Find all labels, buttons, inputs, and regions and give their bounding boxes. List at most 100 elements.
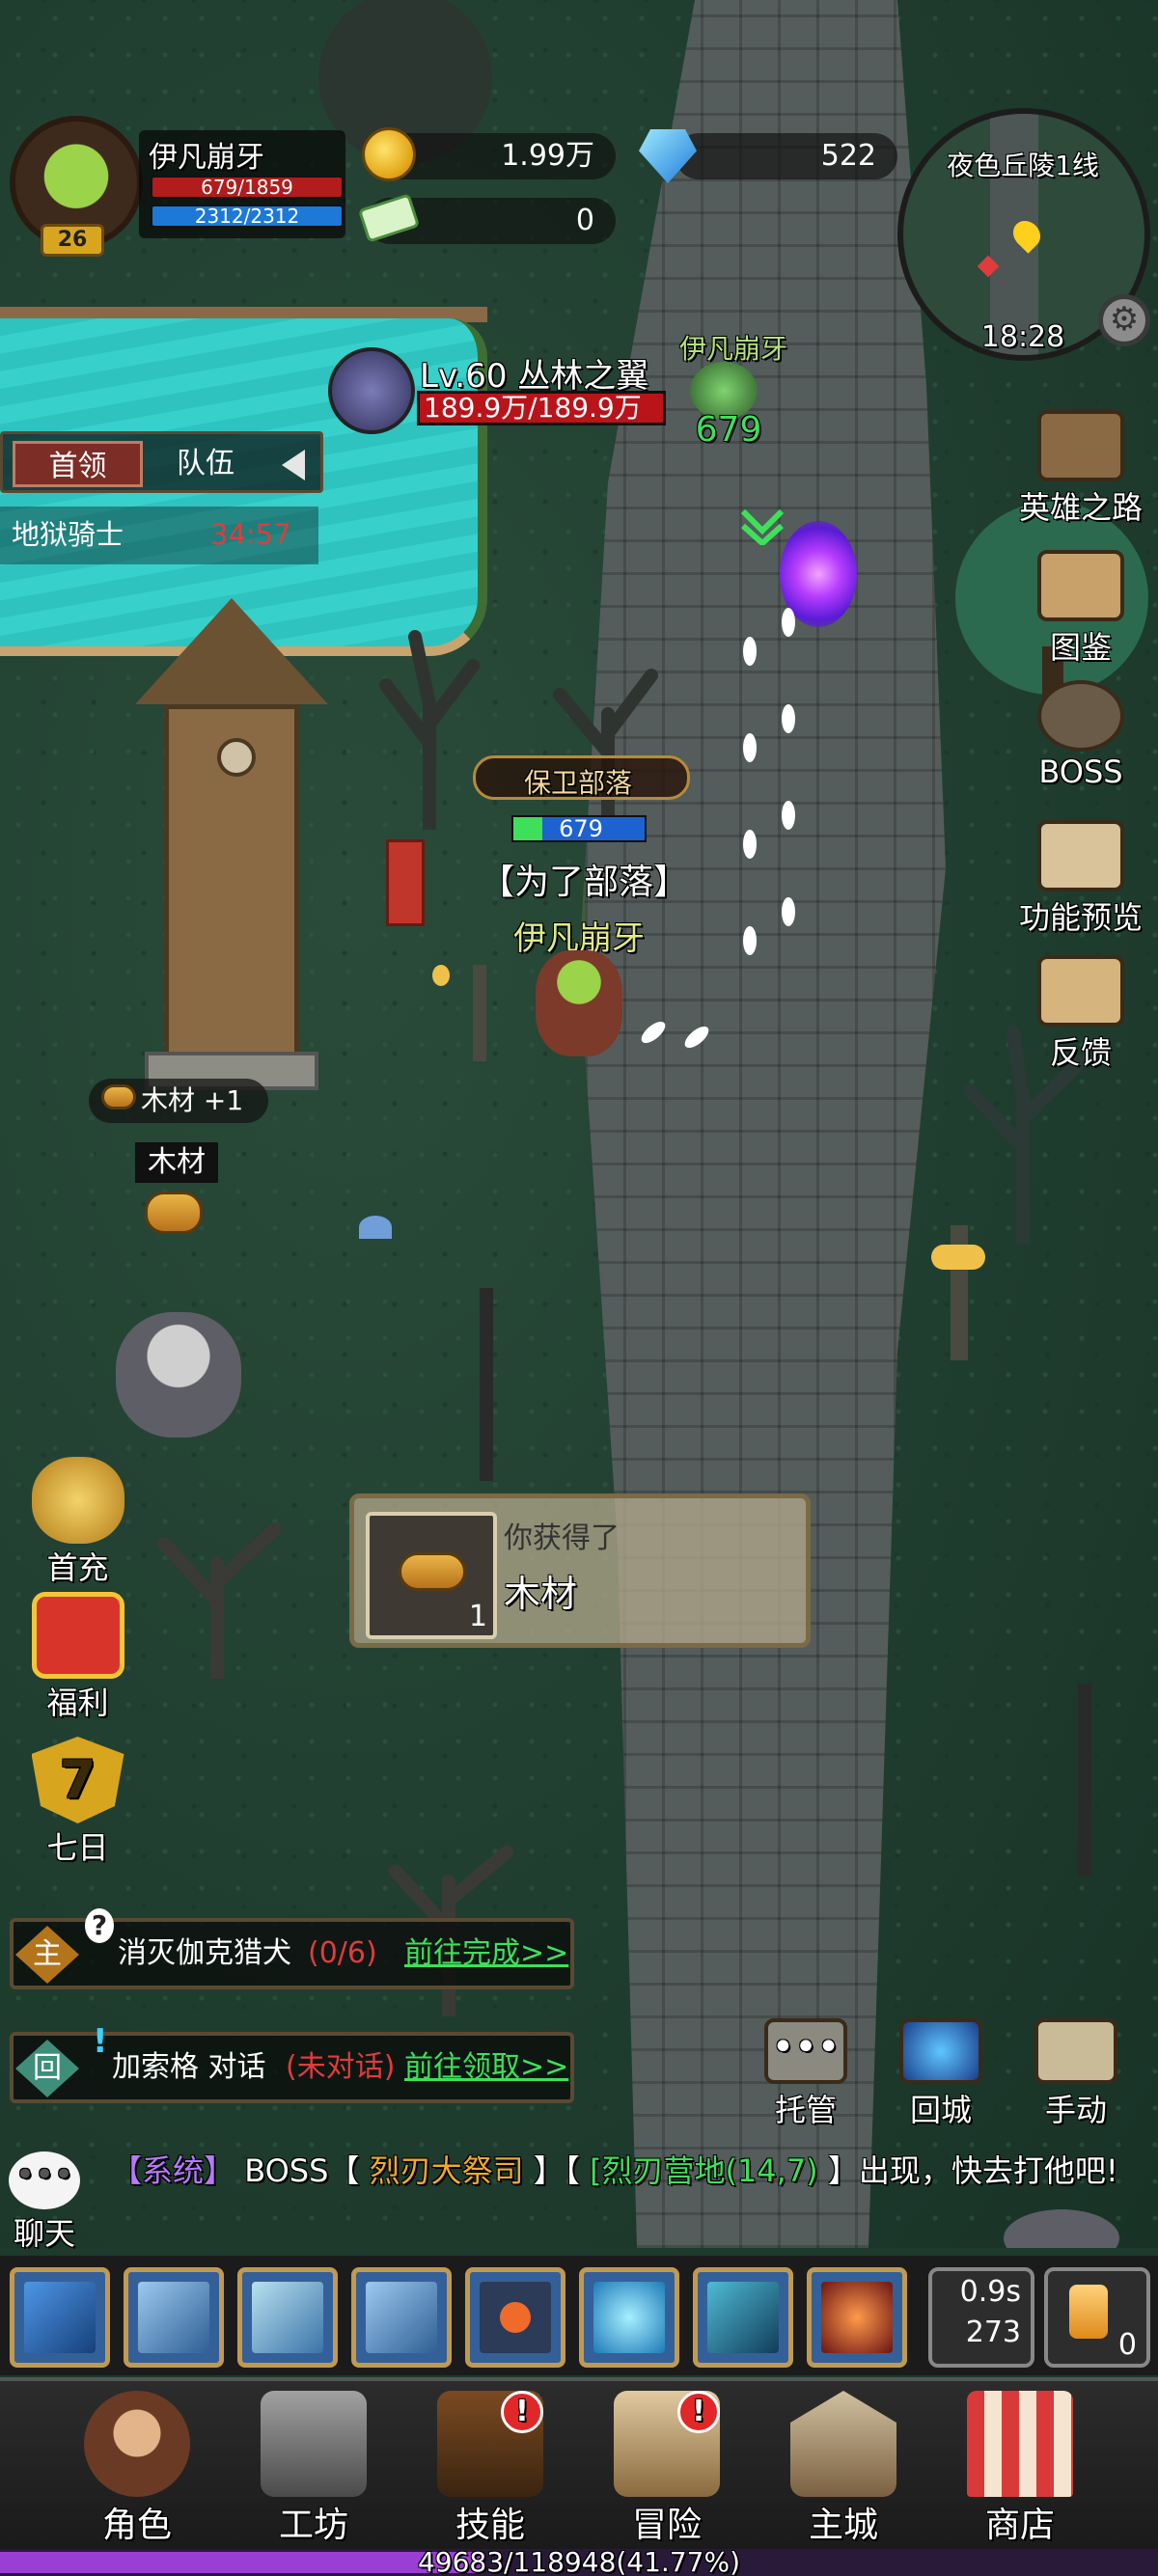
footprint-icon — [743, 830, 757, 859]
boss-avatar[interactable] — [328, 347, 415, 434]
hell-knight-timer: 34:57 — [210, 518, 291, 551]
minimap-time: 18:28 — [980, 320, 1065, 354]
auto-play-button[interactable]: ••• 托管 — [733, 2018, 878, 2130]
help-question-icon[interactable]: ? — [85, 1908, 114, 1943]
skill-slot-lightning[interactable] — [693, 2267, 793, 2368]
ally-name: 伊凡崩牙 — [678, 333, 787, 365]
feedback-label: 反馈 — [1049, 1034, 1112, 1071]
skills-alert-icon: ! — [501, 2391, 543, 2433]
money-bag-icon — [31, 1457, 124, 1544]
chat-location[interactable]: [烈刃营地(14,7) — [590, 2152, 818, 2189]
return-city-button[interactable]: 回城 — [868, 2018, 1013, 2130]
nav-workshop-label: 工坊 — [278, 2506, 348, 2545]
boss-hp-bar: 189.9万/189.9万 — [417, 391, 666, 425]
preview-scroll-icon — [1037, 820, 1124, 891]
pierce-icon — [138, 2282, 209, 2353]
beast-jaws-icon — [821, 2282, 893, 2353]
nav-skills[interactable]: ! 技能 — [418, 2391, 563, 2547]
chat-button[interactable]: ••• 聊天 — [6, 2151, 83, 2252]
boss-button[interactable]: BOSS — [1008, 680, 1153, 790]
skill-slot-target[interactable] — [465, 2267, 565, 2368]
seven-day-button[interactable]: 7 七日 — [17, 1737, 138, 1868]
cooldown-count: 273 — [965, 2316, 1021, 2349]
portal-gate-icon — [899, 2018, 982, 2084]
alert-exclamation-icon: ! — [93, 2022, 108, 2061]
wood-drop-icon[interactable] — [145, 1192, 203, 1234]
chat-boss-name: 烈刃大祭司 — [369, 2152, 524, 2189]
player-world-hp-bar: 679 — [511, 815, 647, 842]
footprint-icon — [782, 801, 795, 830]
nav-workshop[interactable]: 工坊 — [241, 2391, 386, 2547]
hero-road-button[interactable]: 英雄之路 — [1008, 410, 1153, 528]
potion-slot[interactable]: 0 — [1044, 2267, 1150, 2368]
nav-skills-label: 技能 — [455, 2506, 525, 2545]
skill-book-icon: ! — [437, 2391, 543, 2497]
tab-boss[interactable]: 首领 — [13, 441, 143, 487]
shield-seven-icon: 7 — [31, 1737, 124, 1823]
manual-label: 手动 — [1044, 2092, 1107, 2128]
player-sprite[interactable] — [536, 950, 622, 1056]
auto-play-label: 托管 — [774, 2092, 837, 2128]
welfare-button[interactable]: 福利 — [17, 1592, 138, 1723]
reward-title: 你获得了 — [504, 1521, 620, 1555]
tab-bar: 首领 队伍 — [0, 431, 323, 493]
character-icon — [84, 2391, 190, 2497]
chat-message[interactable]: 【系统】 BOSS【 烈刃大祭司 】【 [烈刃营地(14,7) 】出现，快去打他… — [111, 2150, 1134, 2192]
skill-slot-beast[interactable] — [807, 2267, 907, 2368]
skill-slot-vortex[interactable] — [579, 2267, 679, 2368]
quest-return-action[interactable]: 前往领取>> — [404, 2036, 568, 2099]
nav-adventure[interactable]: ! 冒险 — [594, 2391, 739, 2547]
chat-channel: 【系统】 — [111, 2152, 235, 2189]
quest-main-action[interactable]: 前往完成>> — [404, 1922, 568, 1986]
nav-shop[interactable]: 商店 — [948, 2391, 1092, 2547]
hell-knight-row[interactable]: 地狱骑士 34:57 — [0, 507, 318, 564]
seven-day-label: 七日 — [46, 1829, 109, 1866]
quest-main-progress: (0/6) — [308, 1936, 377, 1970]
book-icon — [1037, 550, 1124, 621]
wood-icon — [101, 1084, 136, 1110]
player-mp-bar: 2312/2312 — [151, 205, 344, 228]
boss-target-label: Lv.60 丛林之翼 — [420, 357, 649, 396]
gold-coin-icon — [362, 127, 416, 181]
player-hp-bar: 679/1859 — [151, 176, 344, 199]
chat-label: 聊天 — [13, 2215, 75, 2252]
skill-slot-volley[interactable] — [351, 2267, 452, 2368]
gear-icon[interactable]: ⚙ — [1098, 294, 1150, 346]
player-name: 伊凡崩牙 — [149, 141, 264, 175]
werewolf-enemy[interactable] — [116, 1312, 241, 1438]
first-recharge-label: 首充 — [46, 1549, 109, 1586]
feature-preview-button[interactable]: 功能预览 — [999, 820, 1158, 938]
skill-slot-pierce[interactable] — [124, 2267, 224, 2368]
tab-team[interactable]: 队伍 — [148, 441, 263, 487]
chat-text-post: 】出现，快去打他吧! — [827, 2152, 1118, 2189]
hell-knight-name: 地狱骑士 — [12, 518, 124, 551]
potion-icon — [1069, 2285, 1108, 2339]
lamp-light-icon — [432, 965, 450, 986]
tower-body — [164, 704, 299, 1061]
reward-item-name: 木材 — [504, 1573, 578, 1615]
quest-return-progress: (未对话) — [286, 2050, 396, 2084]
mushroom-icon — [359, 1216, 392, 1239]
first-recharge-button[interactable]: 首充 — [17, 1457, 138, 1588]
skill-slot-spear[interactable] — [10, 2267, 110, 2368]
vortex-icon — [593, 2282, 665, 2353]
whistle-icon — [252, 2282, 323, 2353]
bottom-nav: 角色 工坊 ! 技能 ! 冒险 主城 商店 — [0, 2377, 1158, 2551]
spear-icon — [24, 2282, 96, 2353]
nav-character[interactable]: 角色 — [65, 2391, 209, 2547]
skill-slot-whistle[interactable] — [237, 2267, 338, 2368]
nav-character-label: 角色 — [101, 2506, 172, 2545]
envelope-icon — [1037, 955, 1124, 1027]
codex-button[interactable]: 图鉴 — [1008, 550, 1153, 668]
nav-main-city[interactable]: 主城 — [771, 2391, 916, 2547]
boss-skull-icon — [1037, 680, 1124, 752]
manual-button[interactable]: 手动 — [1004, 2018, 1148, 2130]
feedback-button[interactable]: 反馈 — [1008, 955, 1153, 1073]
footprint-icon — [743, 733, 757, 762]
clock-tower[interactable] — [135, 598, 328, 1090]
minimap-zone: 夜色丘陵1线 — [947, 150, 1099, 181]
collapse-arrow-icon[interactable] — [278, 448, 309, 482]
wood-drop-label: 木材 — [135, 1142, 218, 1183]
player-world-hp-text: 679 — [559, 815, 603, 842]
quest-tag-main: 主 — [15, 1926, 79, 1984]
